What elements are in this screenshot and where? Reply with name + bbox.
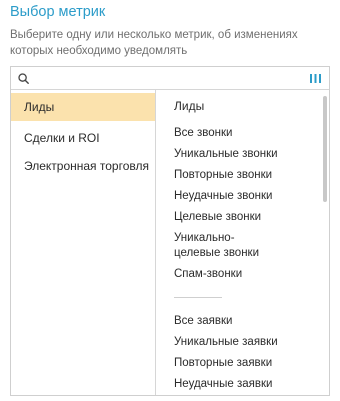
category-item-leads[interactable]: Лиды (11, 93, 155, 121)
category-item-deals-roi[interactable]: Сделки и ROI (11, 124, 155, 152)
search-bar (11, 67, 329, 90)
metric-item[interactable]: Неудачные звонки (174, 189, 309, 204)
group-divider (174, 297, 222, 298)
search-icon (18, 73, 29, 84)
page-description: Выберите одну или несколько метрик, об и… (10, 29, 298, 57)
metric-group-title: Лиды (174, 99, 205, 113)
metric-item[interactable]: Целевые звонки (174, 210, 309, 225)
metric-list: Лиды Все звонки Уникальные звонки Повтор… (156, 90, 329, 395)
columns-icon[interactable] (310, 74, 321, 83)
scrollbar-thumb[interactable] (323, 96, 327, 202)
category-item-label: Лиды (24, 100, 55, 114)
metric-item[interactable]: Повторные заявки (174, 356, 309, 371)
category-item-label: Сделки и ROI (24, 131, 100, 145)
category-list: Лиды Сделки и ROI Электронная торговля (11, 90, 156, 395)
metric-item[interactable]: Все заявки (174, 314, 309, 329)
metric-item[interactable]: Уникальные заявки (174, 335, 309, 350)
metric-item[interactable]: Повторные звонки (174, 168, 309, 183)
metric-item[interactable]: Спам-звонки (174, 267, 309, 282)
metric-picker: Лиды Сделки и ROI Электронная торговля Л… (10, 66, 330, 396)
metric-item[interactable]: Все звонки (174, 126, 309, 141)
metric-item[interactable]: Неудачные заявки (174, 377, 309, 392)
category-item-label: Электронная торговля (24, 159, 149, 173)
category-item-ecommerce[interactable]: Электронная торговля (11, 152, 155, 180)
metric-item[interactable]: Уникально-целевые звонки (174, 231, 274, 261)
page-title: Выбор метрик (10, 4, 106, 20)
search-input[interactable] (35, 69, 305, 87)
metric-item[interactable]: Уникальные звонки (174, 147, 309, 162)
